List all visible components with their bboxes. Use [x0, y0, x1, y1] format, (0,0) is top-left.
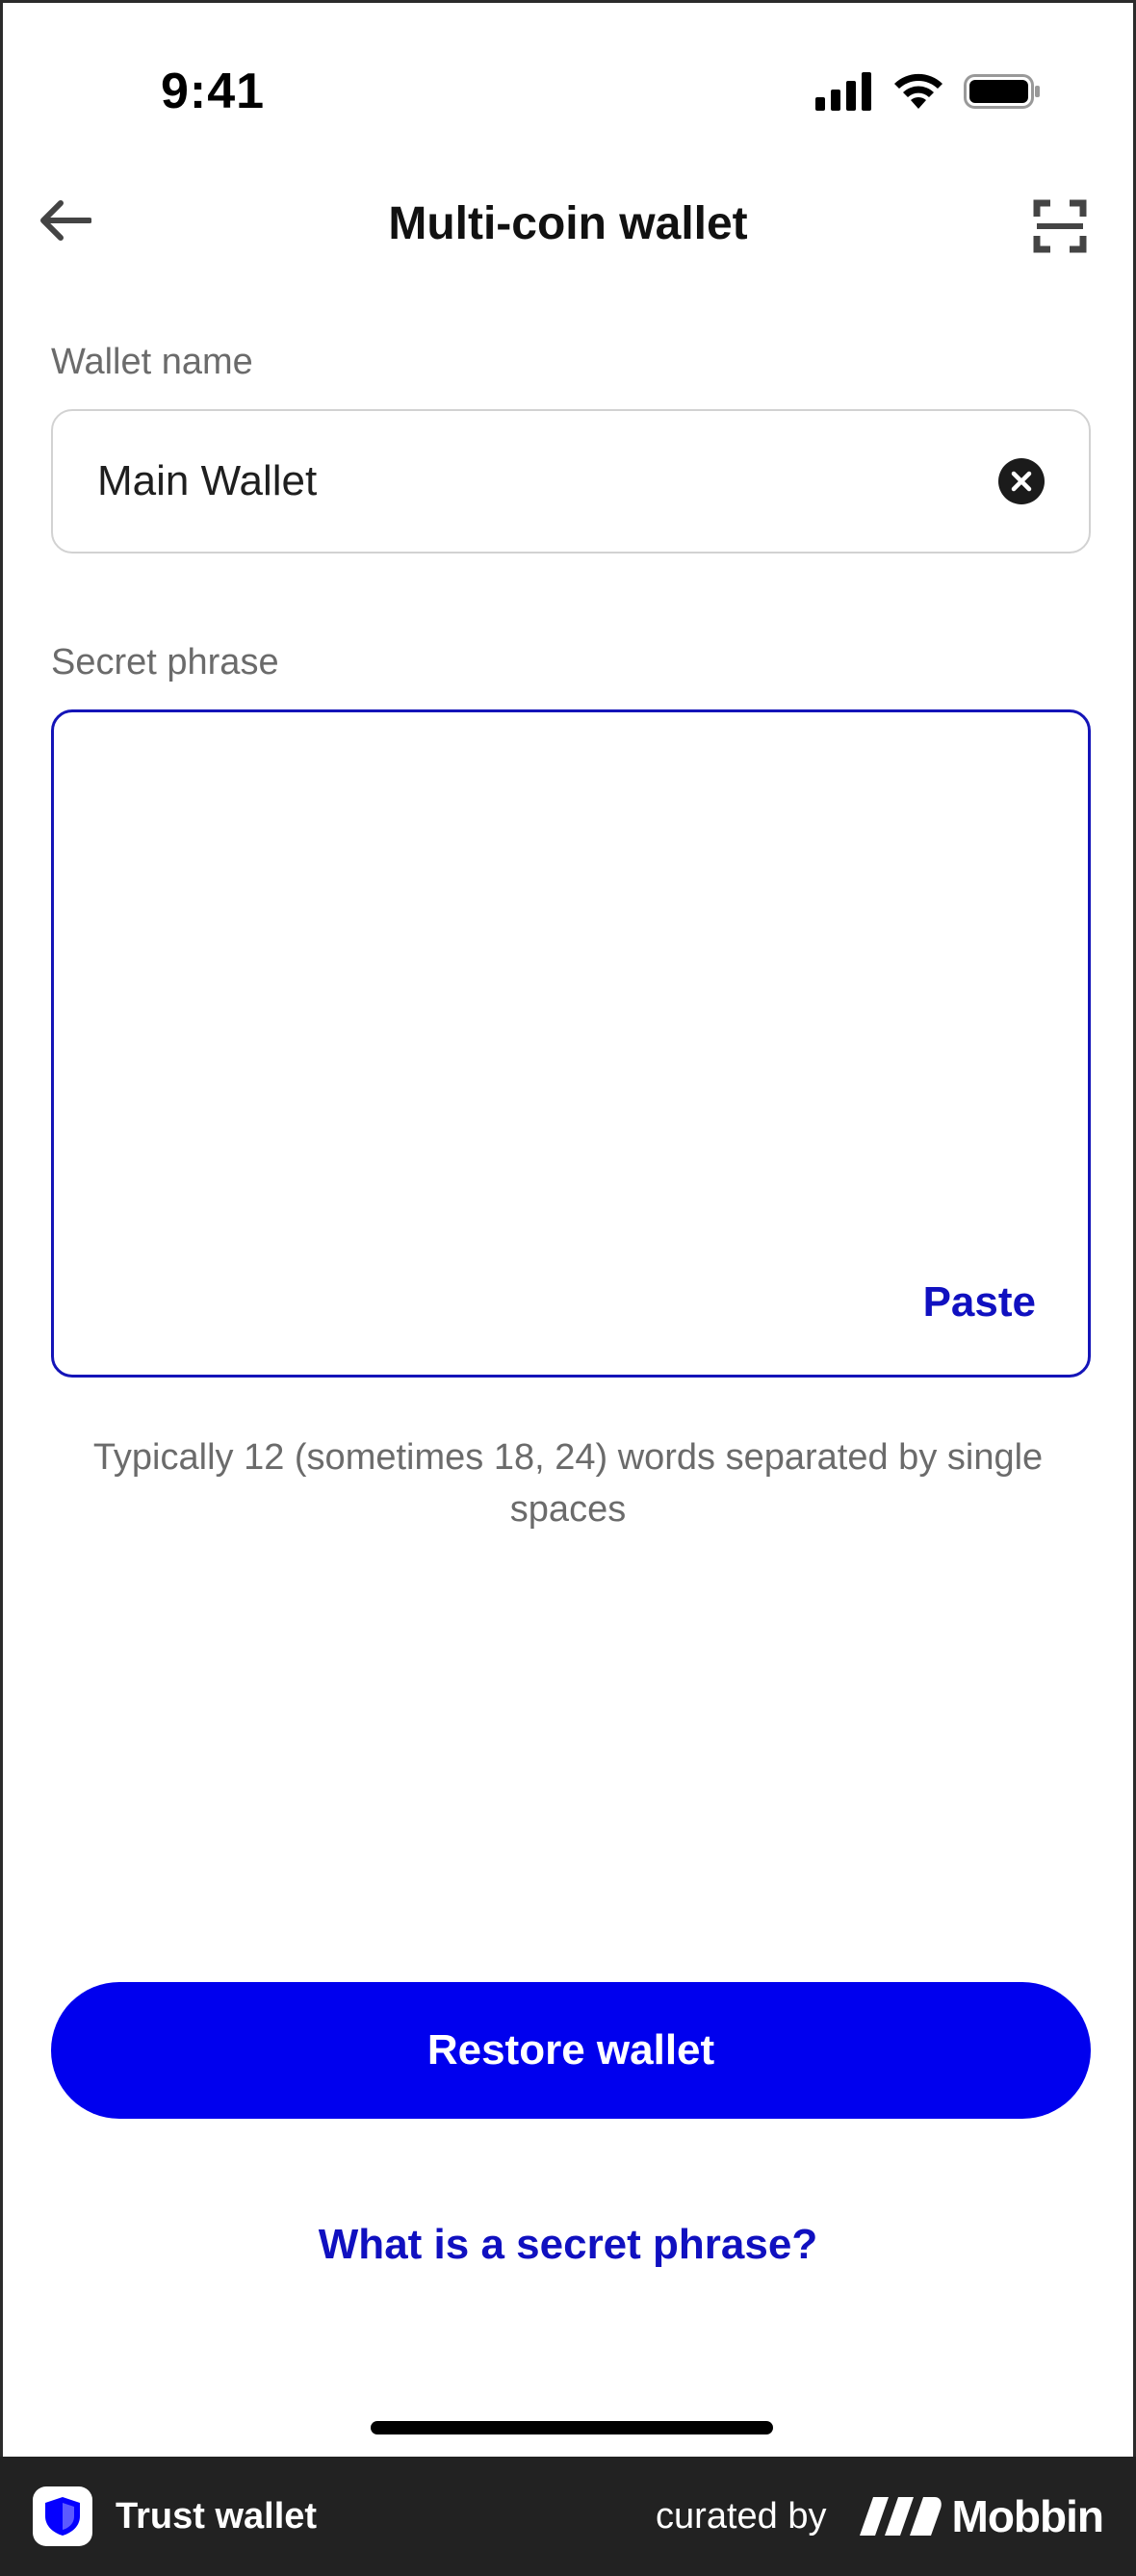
footer-bar: Trust wallet curated by Mobbin: [0, 2457, 1136, 2576]
trust-wallet-logo: [33, 2486, 92, 2546]
restore-wallet-button[interactable]: Restore wallet: [51, 1982, 1091, 2119]
scan-qr-button[interactable]: [1033, 199, 1087, 253]
mobbin-mark-icon: [859, 2497, 942, 2536]
page-title: Multi-coin wallet: [388, 198, 748, 249]
clear-name-button[interactable]: [998, 458, 1045, 504]
secret-phrase-input[interactable]: Paste: [51, 709, 1091, 1378]
shield-icon: [45, 2497, 80, 2536]
curated-by-label: curated by: [656, 2495, 827, 2537]
app-name: Trust wallet: [116, 2495, 318, 2537]
wallet-name-input[interactable]: Main Wallet: [97, 457, 998, 505]
mobbin-logo: Mobbin: [859, 2490, 1104, 2542]
home-indicator: [371, 2421, 773, 2434]
wallet-name-field[interactable]: Main Wallet: [51, 409, 1091, 554]
scan-icon: [1033, 199, 1087, 253]
status-time: 9:41: [161, 64, 266, 119]
battery-icon: [964, 74, 1040, 109]
status-icons: [815, 72, 1041, 111]
signal-icon: [815, 72, 871, 111]
paste-button[interactable]: Paste: [923, 1278, 1036, 1327]
close-icon: [1011, 471, 1032, 492]
helper-text: Typically 12 (sometimes 18, 24) words se…: [92, 1437, 1044, 1530]
what-is-secret-phrase-link[interactable]: What is a secret phrase?: [3, 2221, 1133, 2269]
mobbin-wordmark: Mobbin: [951, 2491, 1104, 2541]
wallet-name-label: Wallet name: [51, 342, 253, 382]
wifi-icon: [894, 73, 942, 109]
secret-phrase-label: Secret phrase: [51, 642, 279, 683]
phone-screen: 9:41 Multi-coin wallet Wallet name Main …: [0, 0, 1136, 2457]
